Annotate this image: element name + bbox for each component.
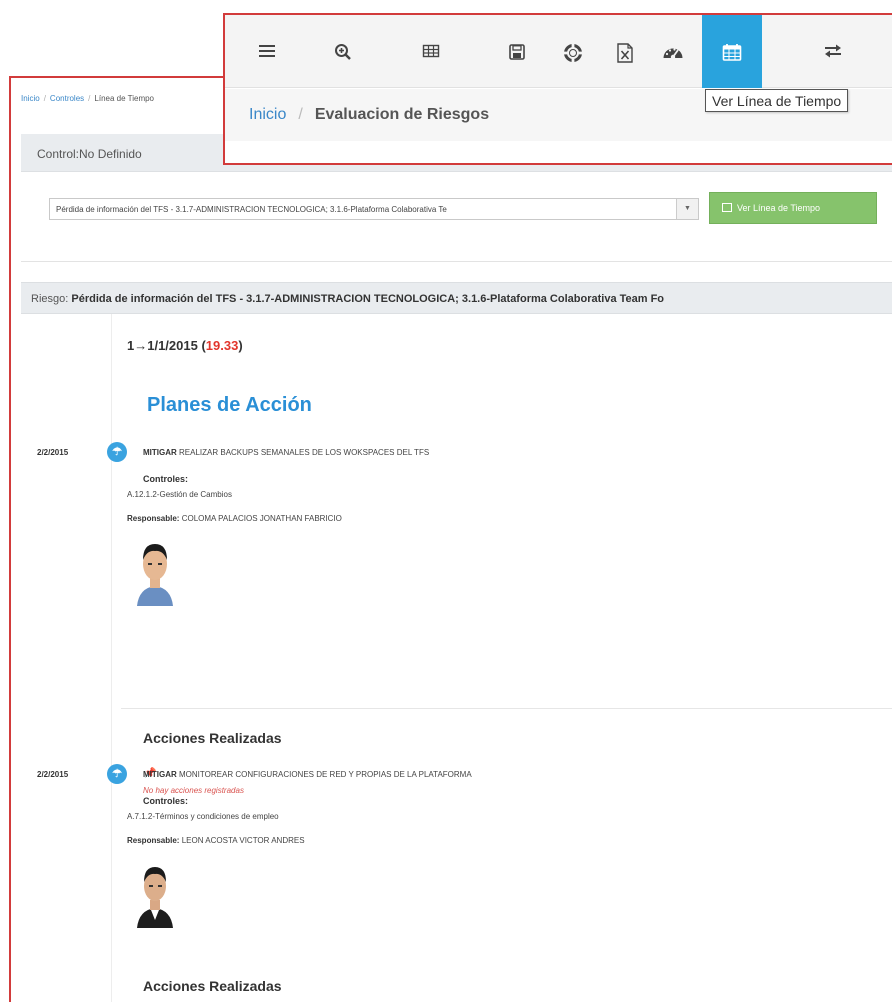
plan-type: MITIGAR [143, 448, 177, 457]
timeline-entry: 1→1/1/2015 (19.33) [127, 338, 243, 353]
zoomed-breadcrumb-home-link[interactable]: Inicio [249, 106, 286, 123]
calendar-icon [722, 44, 742, 61]
excel-icon [617, 43, 633, 63]
dashboard-icon [663, 48, 683, 60]
risk-selector-row: Pérdida de información del TFS - 3.1.7-A… [21, 172, 892, 262]
controls-label: Controles: [143, 796, 188, 806]
umbrella-icon: ☂ [107, 764, 127, 784]
umbrella-icon: ☂ [107, 442, 127, 462]
plan-title: MITIGAR MONITOREAR CONFIGURACIONES DE RE… [143, 770, 472, 779]
responsible-name: LEON ACOSTA VICTOR ANDRES [181, 836, 305, 845]
action-plan-item: 2/2/2015 ☂ MITIGAR REALIZAR BACKUPS SEMA… [21, 434, 892, 752]
zoom-in-icon [335, 44, 351, 60]
plan-description: MONITOREAR CONFIGURACIONES DE RED Y PROP… [179, 770, 472, 779]
breadcrumb-separator: / [298, 106, 303, 123]
save-button[interactable] [487, 15, 547, 88]
menu-icon [259, 45, 275, 57]
responsible-label: Responsable: [127, 514, 180, 523]
plan-title: MITIGAR REALIZAR BACKUPS SEMANALES DE LO… [143, 448, 429, 457]
breadcrumb-controls-link[interactable]: Controles [50, 94, 84, 103]
control-header-text: Control:No Definido [37, 147, 142, 161]
responsible-name: COLOMA PALACIOS JONATHAN FABRICIO [181, 514, 342, 523]
responsible-line: Responsable: COLOMA PALACIOS JONATHAN FA… [127, 514, 342, 523]
actions-title: Acciones Realizadas [143, 730, 282, 746]
section-divider [121, 708, 892, 709]
actions-title: Acciones Realizadas [143, 978, 282, 994]
toolbar-zoom-callout: Inicio / Evaluacion de Riesgos Ver Línea d… [223, 13, 892, 165]
tooltip: Ver Línea de Tiempo [705, 89, 849, 112]
action-plan-item: 2/2/2015 ☂ MITIGAR MONITOREAR CONFIGURAC… [21, 756, 892, 1002]
avatar [137, 867, 173, 928]
plan-date: 2/2/2015 [37, 770, 69, 779]
breadcrumb-home-link[interactable]: Inicio [21, 94, 40, 103]
risk-header-label: Riesgo: [31, 293, 69, 305]
risk-score: 19.33 [205, 338, 239, 353]
responsible-label: Responsable: [127, 836, 180, 845]
view-timeline-toolbar-button[interactable] [702, 15, 762, 88]
toolbar [225, 15, 892, 88]
swap-button[interactable] [803, 15, 863, 88]
responsible-line: Responsable: LEON ACOSTA VICTOR ANDRES [127, 836, 305, 845]
swap-icon [825, 44, 841, 58]
risk-select[interactable]: Pérdida de información del TFS - 3.1.7-A… [49, 198, 699, 220]
breadcrumb-current: Línea de Tiempo [94, 94, 155, 103]
breadcrumb: Inicio / Controles / Línea de Tiempo [21, 94, 154, 103]
save-icon [509, 44, 525, 60]
control-value: A.7.1.2-Términos y condiciones de empleo [127, 812, 279, 821]
dashboard-button[interactable] [643, 15, 703, 88]
calendar-icon [722, 203, 732, 212]
risk-select-value: Pérdida de información del TFS - 3.1.7-A… [56, 205, 447, 214]
avatar [137, 544, 173, 606]
controls-label: Controles: [143, 474, 188, 484]
view-timeline-button[interactable]: Ver Línea de Tiempo [709, 192, 877, 224]
support-button[interactable] [543, 15, 603, 88]
plan-type: MITIGAR [143, 770, 177, 779]
zoom-button[interactable] [313, 15, 373, 88]
breadcrumb-separator: / [88, 94, 91, 103]
table-icon [422, 44, 440, 58]
menu-button[interactable] [237, 15, 297, 88]
control-value: A.12.1.2-Gestión de Cambios [127, 490, 232, 499]
zoomed-breadcrumb-current: Evaluacion de Riesgos [314, 106, 490, 123]
timeline-page: Inicio / Controles / Línea de Tiempo Control… [9, 76, 892, 1002]
timeline-entry-range: 1→1/1/2015 [127, 338, 198, 353]
view-timeline-button-label: Ver Línea de Tiempo [737, 203, 821, 213]
risk-header-value: Pérdida de información del TFS - 3.1.7-A… [71, 293, 665, 305]
screenshot-stage: Inicio / Controles / Línea de Tiempo Control… [0, 0, 892, 1002]
table-button[interactable] [401, 15, 461, 88]
support-icon [564, 44, 582, 62]
plan-description: REALIZAR BACKUPS SEMANALES DE LOS WOKSPA… [179, 448, 430, 457]
plan-date: 2/2/2015 [37, 448, 69, 457]
chevron-down-icon[interactable]: ▼ [676, 199, 698, 219]
breadcrumb-separator: / [43, 94, 46, 103]
action-plans-title: Planes de Acción [147, 394, 312, 416]
risk-header: Riesgo: Pérdida de información del TFS -… [21, 282, 892, 314]
